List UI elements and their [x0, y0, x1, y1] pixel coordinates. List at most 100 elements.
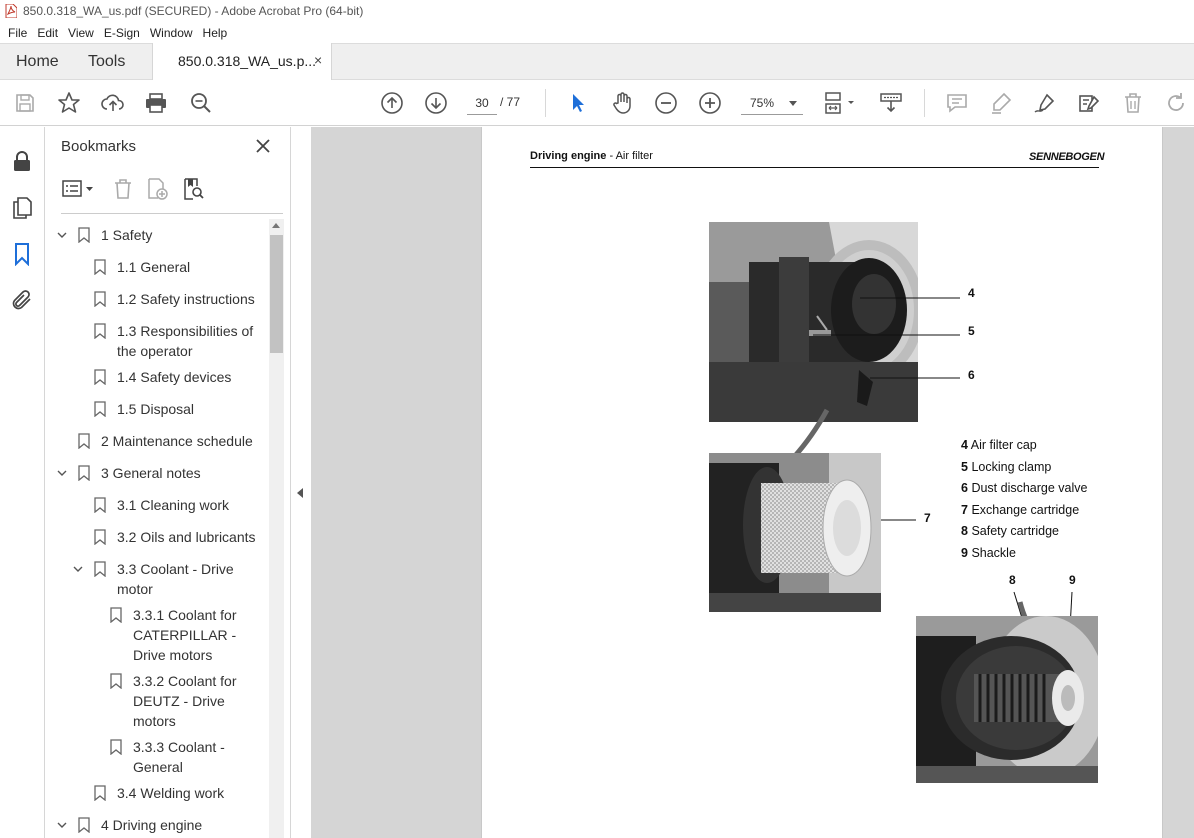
- chevron-down-icon[interactable]: [73, 564, 83, 574]
- bookmark-item[interactable]: 1 Safety: [45, 225, 269, 245]
- collapse-panel-icon[interactable]: [297, 488, 303, 498]
- fit-page-icon[interactable]: [823, 91, 857, 115]
- bookmark-item[interactable]: 1.2 Safety instructions: [45, 289, 269, 309]
- bookmark-item[interactable]: 3.3.3 Coolant - General: [45, 737, 269, 777]
- save-icon[interactable]: [13, 91, 37, 115]
- pages-icon[interactable]: [10, 196, 34, 220]
- print-icon[interactable]: [144, 91, 168, 115]
- legend-text: Shackle: [971, 545, 1016, 560]
- zoom-out-icon[interactable]: [654, 91, 678, 115]
- close-panel-icon[interactable]: [254, 137, 272, 155]
- options-menu-icon[interactable]: [61, 177, 97, 201]
- fill-sign-icon[interactable]: [1077, 91, 1101, 115]
- bookmark-icon: [94, 369, 106, 385]
- callout-9: 9: [1069, 573, 1076, 587]
- legend-number: 8: [961, 524, 968, 539]
- zoom-select[interactable]: 75%: [741, 91, 803, 115]
- bookmark-item[interactable]: 3 General notes: [45, 463, 269, 483]
- legend-number: 9: [961, 545, 968, 560]
- panel-scrollbar[interactable]: [269, 219, 284, 838]
- bookmark-icon: [94, 401, 106, 417]
- bookmark-label: 1.5 Disposal: [117, 401, 195, 417]
- scroll-mode-icon[interactable]: [879, 91, 903, 115]
- bookmark-item[interactable]: 1.5 Disposal: [45, 399, 269, 419]
- panel-splitter[interactable]: [291, 127, 311, 838]
- tab-close-icon[interactable]: ×: [314, 52, 322, 68]
- bookmark-label-line2: the operator: [117, 343, 193, 359]
- delete-icon[interactable]: [1121, 91, 1145, 115]
- menu-bar: File Edit View E-Sign Window Help: [0, 22, 1194, 43]
- chevron-down-icon: [789, 101, 797, 106]
- bookmark-label-line2: motor: [117, 581, 153, 597]
- bookmark-item[interactable]: 3.3.1 Coolant for CATERPILLAR - Drive mo…: [45, 605, 269, 665]
- select-cursor-icon[interactable]: [566, 91, 590, 115]
- bookmark-icon: [78, 817, 90, 833]
- legend-item: 6 Dust discharge valve: [961, 478, 1087, 500]
- chevron-down-icon[interactable]: [57, 820, 67, 830]
- delete-bookmark-icon[interactable]: [111, 177, 135, 201]
- tab-document[interactable]: 850.0.318_WA_us.p... ×: [152, 43, 332, 80]
- title-bar: 850.0.318_WA_us.pdf (SECURED) - Adobe Ac…: [0, 0, 1194, 22]
- new-bookmark-icon[interactable]: [145, 177, 169, 201]
- menu-edit[interactable]: Edit: [37, 26, 58, 40]
- bookmark-item[interactable]: 4 Driving engine: [45, 815, 269, 835]
- highlight-icon[interactable]: [989, 91, 1013, 115]
- document-view[interactable]: Driving engine - Air filter SENNEBOGEN 4…: [311, 127, 1194, 838]
- bookmark-item[interactable]: 3.2 Oils and lubricants: [45, 527, 269, 547]
- lock-icon[interactable]: [10, 149, 34, 173]
- comment-icon[interactable]: [945, 91, 969, 115]
- callout-7: 7: [924, 511, 931, 525]
- bookmark-item[interactable]: 3.4 Welding work: [45, 783, 269, 803]
- bookmark-label: 3.3.2 Coolant for: [133, 673, 237, 689]
- legend-text: Exchange cartridge: [971, 502, 1080, 517]
- page-up-icon[interactable]: [380, 91, 404, 115]
- bookmark-item[interactable]: 1.4 Safety devices: [45, 367, 269, 387]
- menu-help[interactable]: Help: [203, 26, 228, 40]
- hand-icon[interactable]: [610, 91, 634, 115]
- bookmark-label: 3.4 Welding work: [117, 785, 225, 801]
- legend-item: 9 Shackle: [961, 543, 1087, 565]
- upload-icon[interactable]: [101, 91, 125, 115]
- legend-text: Safety cartridge: [971, 524, 1059, 539]
- menu-view[interactable]: View: [68, 26, 94, 40]
- bookmarks-icon[interactable]: [10, 242, 34, 266]
- window-title: 850.0.318_WA_us.pdf (SECURED) - Adobe Ac…: [23, 4, 364, 18]
- tab-bar: Home Tools 850.0.318_WA_us.p... ×: [0, 43, 1194, 80]
- page-total: / 77: [500, 95, 521, 109]
- bookmark-icon: [94, 529, 106, 545]
- tab-tools[interactable]: Tools: [88, 53, 125, 71]
- menu-file[interactable]: File: [8, 26, 27, 40]
- rotate-icon[interactable]: [1164, 91, 1188, 115]
- bookmark-item[interactable]: 1.1 General: [45, 257, 269, 277]
- bookmark-star-icon[interactable]: [57, 91, 81, 115]
- bookmark-label: 1.2 Safety instructions: [117, 291, 255, 307]
- bookmark-icon: [94, 291, 106, 307]
- callout-5: 5: [968, 324, 975, 338]
- bookmark-label-line2: CATERPILLAR -: [133, 627, 237, 643]
- search-bookmark-icon[interactable]: [181, 177, 205, 201]
- legend-number: 7: [961, 502, 968, 517]
- draw-icon[interactable]: [1033, 91, 1057, 115]
- attachment-icon[interactable]: [10, 288, 34, 312]
- bookmark-item[interactable]: 3.1 Cleaning work: [45, 495, 269, 515]
- pdf-page: Driving engine - Air filter SENNEBOGEN 4…: [481, 127, 1163, 838]
- callout-8: 8: [1009, 573, 1016, 587]
- bookmark-item[interactable]: 3.3.2 Coolant for DEUTZ - Drive motors: [45, 671, 269, 731]
- page-number-input[interactable]: 30: [467, 91, 497, 115]
- menu-window[interactable]: Window: [150, 26, 193, 40]
- find-icon[interactable]: [189, 91, 213, 115]
- zoom-in-icon[interactable]: [698, 91, 722, 115]
- scrollbar-thumb[interactable]: [270, 235, 283, 353]
- chevron-down-icon[interactable]: [57, 468, 67, 478]
- scroll-up-icon[interactable]: [272, 223, 280, 228]
- bookmark-item[interactable]: 3.3 Coolant - Drive motor: [45, 559, 269, 599]
- bookmark-icon: [78, 227, 90, 243]
- menu-esign[interactable]: E-Sign: [104, 26, 140, 40]
- page-down-icon[interactable]: [424, 91, 448, 115]
- chevron-down-icon[interactable]: [57, 230, 67, 240]
- bookmark-item[interactable]: 1.3 Responsibilities of the operator: [45, 321, 269, 361]
- bookmark-item[interactable]: 2 Maintenance schedule: [45, 431, 269, 451]
- tab-document-label: 850.0.318_WA_us.p...: [178, 53, 317, 69]
- legend-text: Air filter cap: [970, 438, 1037, 452]
- tab-home[interactable]: Home: [16, 53, 59, 71]
